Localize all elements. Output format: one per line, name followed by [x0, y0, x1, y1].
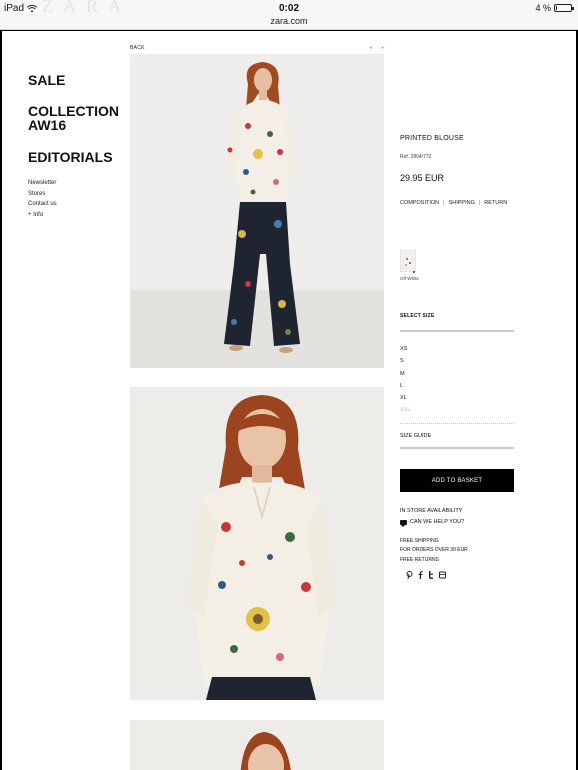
help-label: CAN WE HELP YOU?	[410, 519, 465, 525]
nav-newsletter[interactable]: Newsletter	[28, 178, 128, 189]
size-option[interactable]: L	[400, 380, 410, 392]
left-nav: SALE COLLECTION AW16 EDITORIALS Newslett…	[28, 73, 128, 220]
help-link[interactable]: CAN WE HELP YOU?	[400, 519, 465, 527]
social-share	[406, 571, 446, 579]
product-info-tabs: COMPOSITION | SHIPPING | RETURN	[400, 200, 507, 206]
battery-fill	[556, 6, 557, 10]
nav-stores[interactable]: Stores	[28, 189, 128, 200]
in-store-availability-link[interactable]: IN STORE AVAILABILITY	[400, 508, 462, 514]
model-full-image	[130, 54, 384, 368]
tab-composition[interactable]: COMPOSITION	[400, 200, 439, 206]
tab-separator: |	[443, 200, 445, 206]
ios-status-bar: ZARA iPad 0:02 zara.com 4 %	[0, 0, 578, 30]
product-name: PRINTED BLOUSE	[400, 135, 464, 142]
clock: 0:02	[278, 3, 299, 14]
pinterest-icon[interactable]	[406, 571, 413, 579]
nav-collection[interactable]: COLLECTION AW16	[28, 104, 128, 132]
select-size-title: SELECT SIZE	[400, 313, 435, 319]
shipping-line: FREE SHIPPING	[400, 538, 439, 544]
gallery-pager[interactable]: ◂ ▸	[369, 44, 389, 51]
size-list-divider	[400, 423, 514, 424]
url-bar[interactable]: zara.com	[0, 16, 578, 26]
size-option[interactable]: S	[400, 355, 410, 367]
tab-shipping[interactable]: SHIPPING	[449, 200, 475, 206]
back-link[interactable]: BACK	[130, 45, 145, 51]
mail-icon[interactable]	[439, 571, 446, 579]
size-list: XS S M L XL XXL	[400, 343, 410, 417]
selected-color-dot	[413, 271, 415, 273]
size-divider	[400, 330, 514, 332]
battery-icon	[554, 4, 574, 12]
size-option[interactable]: XL	[400, 392, 410, 404]
model-third-image	[130, 720, 384, 770]
product-page: SALE COLLECTION AW16 EDITORIALS Newslett…	[2, 31, 576, 770]
product-photo-third[interactable]	[130, 720, 384, 770]
nav-editorials[interactable]: EDITORIALS	[28, 150, 128, 164]
model-closeup-image	[130, 387, 384, 700]
color-label: Off-White	[400, 276, 419, 281]
swatch-thumbnail	[402, 253, 414, 269]
nav-info[interactable]: + Info	[28, 210, 128, 221]
add-to-basket-button[interactable]: ADD TO BASKET	[400, 469, 514, 492]
product-photo-full[interactable]	[130, 54, 384, 368]
shipping-notes: FREE SHIPPING FOR ORDERS OVER 30 EUR FRE…	[400, 537, 468, 565]
nav-contact[interactable]: Contact us	[28, 199, 128, 210]
chat-icon	[400, 519, 407, 527]
product-photo-closeup[interactable]	[130, 387, 384, 700]
tab-return[interactable]: RETURN	[484, 200, 507, 206]
size-guide-divider	[400, 447, 514, 449]
shipping-line: FREE RETURNS	[400, 556, 439, 563]
tab-separator: |	[478, 200, 481, 206]
size-option[interactable]: M	[400, 368, 410, 380]
size-option[interactable]: XS	[400, 343, 410, 355]
shipping-line: FOR ORDERS OVER 30 EUR	[400, 547, 468, 554]
facebook-icon[interactable]	[418, 571, 423, 579]
color-swatch[interactable]	[400, 250, 416, 272]
product-ref: Ref. 2804/772	[400, 154, 432, 160]
nav-sale[interactable]: SALE	[28, 73, 128, 87]
size-guide-link[interactable]: SIZE GUIDE	[400, 433, 431, 439]
product-price: 29.95 EUR	[400, 173, 445, 183]
battery-percent: 4 %	[535, 3, 551, 13]
size-option-unavailable: XXL	[400, 407, 411, 414]
twitter-icon[interactable]	[428, 571, 434, 579]
battery-group: 4 %	[535, 3, 574, 13]
